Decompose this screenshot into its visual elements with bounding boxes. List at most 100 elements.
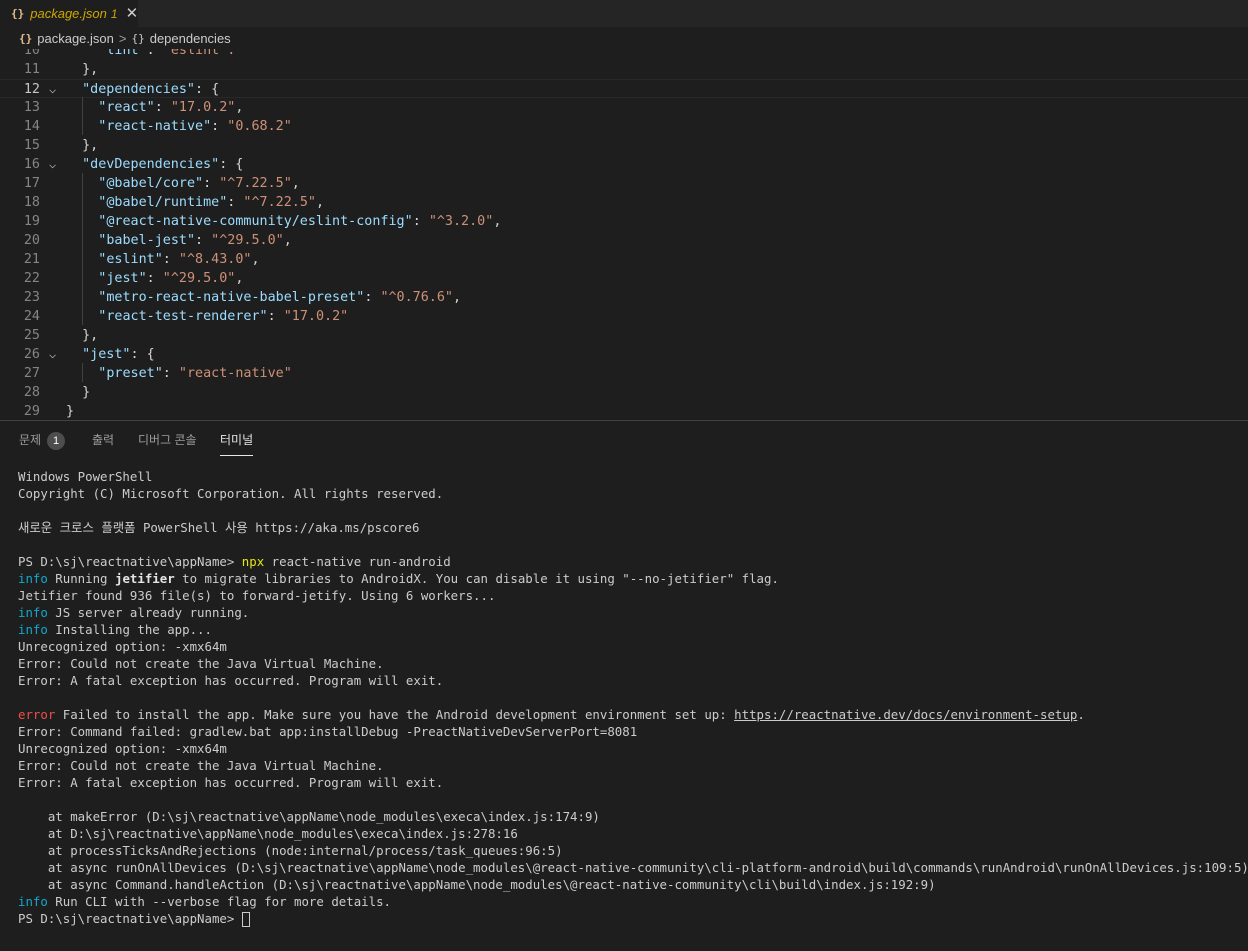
terminal-line: error Failed to install the app. Make su… [18,706,1248,723]
line-number: 27 [23,366,40,381]
code-line[interactable]: 22 "jest": "^29.5.0", [0,269,1248,288]
tab-problems[interactable]: 문제 1 [19,431,66,455]
terminal-line: info Installing the app... [18,621,1248,638]
code-text: "babel-jest": "^29.5.0", [98,233,292,248]
terminal-line: 새로운 크로스 플랫폼 PowerShell 사용 https://aka.ms… [18,520,420,535]
indent-guide [82,363,83,382]
bottom-panel: 문제 1 출력 디버그 콘솔 터미널 Windows PowerShell Cop… [0,420,1248,951]
docs-link[interactable]: https://reactnative.dev/docs/environment… [734,707,1077,722]
code-text: }, [82,328,99,343]
json-braces-icon: {} [19,31,33,45]
code-text: "devDependencies": { [82,157,244,172]
line-number: 11 [23,62,40,77]
fold-chevron-icon[interactable]: ⌵ [49,345,56,364]
code-text: "metro-react-native-babel-preset": "^0.7… [98,290,462,305]
code-line[interactable]: 20 "babel-jest": "^29.5.0", [0,231,1248,250]
code-text: } [66,404,75,419]
code-line[interactable]: 18 "@babel/runtime": "^7.22.5", [0,193,1248,212]
indent-guide [82,97,83,135]
tab-terminal[interactable]: 터미널 [220,431,254,456]
stack-trace-line: at async Command.handleAction (D:\sj\rea… [18,877,936,892]
code-line[interactable]: 25}, [0,326,1248,345]
line-number: 16 [23,157,40,172]
breadcrumb-symbol[interactable]: dependencies [150,31,231,46]
terminal-prompt: PS D:\sj\reactnative\appName> [18,911,242,926]
code-line[interactable]: 12 ⌵ "dependencies": { [0,79,1248,98]
tab-package-json[interactable]: {} package.json 1 ✕ [0,0,138,27]
stack-trace-line: at makeError (D:\sj\reactnative\appName\… [18,809,600,824]
tab-output[interactable]: 출력 [92,431,114,455]
tab-output-label: 출력 [92,433,115,447]
code-text: "@babel/runtime": "^7.22.5", [98,195,325,210]
code-line[interactable]: 17 "@babel/core": "^7.22.5", [0,174,1248,193]
fold-chevron-icon[interactable]: ⌵ [49,155,56,174]
tab-debug-console[interactable]: 디버그 콘솔 [138,431,197,455]
code-line[interactable]: 21 "eslint": "^8.43.0", [0,250,1248,269]
breadcrumb-file[interactable]: package.json [37,31,114,46]
tab-filename: package.json [30,6,107,21]
code-line[interactable]: 26 ⌵ "jest": { [0,345,1248,364]
line-number: 20 [23,233,40,248]
code-line[interactable]: 28} [0,383,1248,402]
terminal-text: Failed to install the app. Make sure you… [55,707,735,722]
terminal-line: Error: Could not create the Java Virtual… [18,656,384,671]
code-line[interactable]: 11}, [0,60,1248,79]
code-line[interactable]: 24 "react-test-renderer": "17.0.2" [0,307,1248,326]
object-braces-icon: {} [131,31,145,45]
line-number: 26 [23,347,40,362]
terminal-line: Unrecognized option: -xmx64m [18,741,227,756]
code-editor[interactable]: 10 "lint": "eslint ." 11}, 12 ⌵ "dependencies… [0,49,1248,420]
problems-count-badge: 1 [47,431,66,450]
code-line[interactable]: 14 "react-native": "0.68.2" [0,117,1248,136]
code-line[interactable]: 16 ⌵ "devDependencies": { [0,155,1248,174]
editor-tab-bar: {} package.json 1 ✕ [0,0,1248,27]
terminal-line: info Run CLI with --verbose flag for mor… [18,893,1248,910]
code-line[interactable]: 23 "metro-react-native-babel-preset": "^0… [0,288,1248,307]
terminal-text: Installing the app... [47,622,212,637]
terminal-text: . [1077,707,1085,722]
terminal-text: Run CLI with --verbose flag for more det… [47,894,391,909]
code-text: }, [82,138,99,153]
code-line[interactable]: 19 "@react-native-community/eslint-config… [0,212,1248,231]
terminal-line: info JS server already running. [18,604,1248,621]
line-number: 28 [23,385,40,400]
fold-chevron-icon[interactable]: ⌵ [49,80,56,99]
terminal-cursor[interactable] [241,912,250,927]
line-number: 17 [23,176,40,191]
terminal-prompt-line: PS D:\sj\reactnative\appName> [18,910,1248,927]
tab-problems-label: 문제 [19,433,42,447]
line-number: 29 [23,404,40,419]
line-number: 13 [23,100,40,115]
terminal-command-line: PS D:\sj\reactnative\appName> npx react-… [18,553,1248,570]
line-number: 22 [23,271,40,286]
code-line[interactable]: 10 "lint": "eslint ." [0,49,1248,60]
terminal-output[interactable]: Windows PowerShell Copyright (C) Microso… [18,468,1248,927]
line-number: 19 [23,214,40,229]
code-text: "preset": "react-native" [98,366,292,381]
terminal-line: info Running jetifier to migrate librari… [18,570,1248,587]
code-text: "jest": { [82,347,155,362]
line-number: 24 [23,309,40,324]
code-text: "dependencies": { [82,82,220,97]
code-text: "lint": "eslint ." [98,49,244,58]
code-line[interactable]: 15}, [0,136,1248,155]
code-line[interactable]: 13 "react": "17.0.2", [0,98,1248,117]
indent-guide [82,173,83,325]
stack-trace-line: at D:\sj\reactnative\appName\node_module… [18,826,518,841]
code-text: "jest": "^29.5.0", [98,271,244,286]
close-icon[interactable]: ✕ [126,6,139,21]
code-line[interactable]: 27 "preset": "react-native" [0,364,1248,383]
code-line[interactable]: 29} [0,402,1248,420]
line-number: 14 [23,119,40,134]
line-number: 15 [23,138,40,153]
breadcrumb: {} package.json > {} dependencies [0,27,1248,49]
stack-trace-line: at async runOnAllDevices (D:\sj\reactnat… [18,860,1248,875]
terminal-text: Running [47,571,115,586]
info-tag: info [18,622,48,637]
line-number: 18 [23,195,40,210]
line-number: 25 [23,328,40,343]
terminal-line: Windows PowerShell [18,469,153,484]
code-text: "react-native": "0.68.2" [98,119,292,134]
